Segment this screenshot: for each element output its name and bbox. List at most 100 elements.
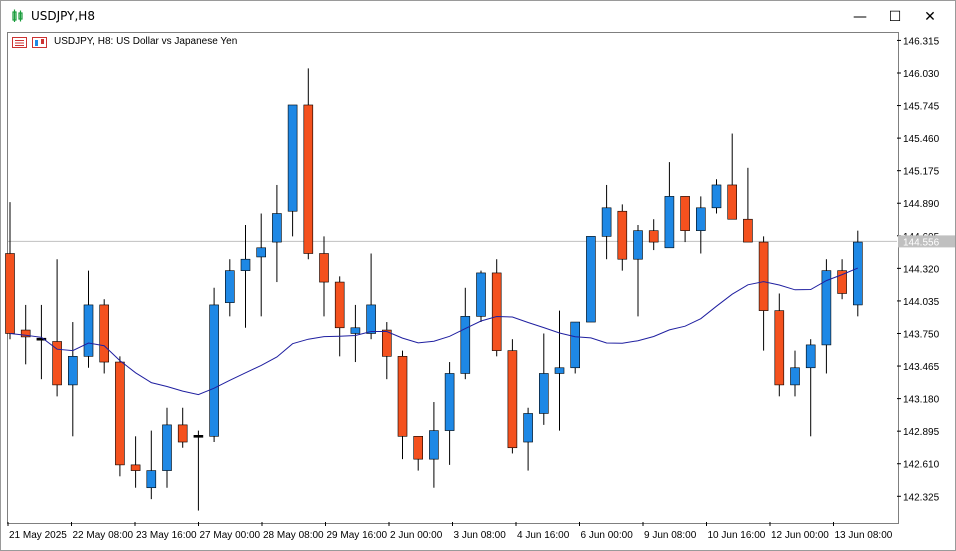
candle [429, 402, 439, 488]
candle [680, 196, 690, 243]
candle [617, 204, 628, 271]
candle [366, 253, 376, 340]
candle-body [256, 247, 267, 258]
candle-body [507, 350, 518, 449]
candle-body [633, 230, 643, 260]
candle-body [193, 435, 204, 438]
candle [130, 436, 141, 488]
candle-body [240, 258, 251, 271]
candle [821, 259, 832, 374]
candle-body [413, 436, 424, 460]
candle-body [476, 272, 486, 317]
x-tick-label: 23 May 16:00 [136, 530, 197, 541]
candle [633, 224, 643, 317]
candle [350, 304, 361, 363]
candle [790, 350, 800, 397]
current-price-label: 144.556 [903, 237, 940, 248]
y-tick-label: 146.030 [903, 69, 940, 80]
candle-body [774, 310, 785, 386]
candle-body [397, 356, 408, 437]
x-tick-label: 27 May 00:00 [200, 530, 261, 541]
candle-body [83, 304, 94, 357]
candle [523, 407, 533, 471]
candle-body [695, 207, 706, 231]
candle [695, 196, 706, 254]
candle [381, 322, 392, 380]
candle-body [5, 253, 15, 334]
x-tick-label: 10 Jun 16:00 [708, 530, 766, 541]
candle [507, 339, 518, 454]
candle-body [350, 327, 361, 334]
candle-body [334, 281, 345, 329]
x-tick-label: 13 Jun 08:00 [835, 530, 893, 541]
x-tick-label: 28 May 08:00 [263, 530, 324, 541]
candle [193, 430, 204, 511]
candle [319, 236, 329, 317]
candle-body [570, 321, 581, 369]
candle-body [130, 464, 141, 471]
candle [303, 68, 314, 260]
x-tick-label: 22 May 08:00 [73, 530, 134, 541]
candle-body [52, 341, 62, 386]
y-tick-label: 145.460 [903, 134, 940, 145]
candle-body [366, 304, 376, 334]
x-tick-label: 12 Jun 00:00 [771, 530, 829, 541]
candle [601, 184, 612, 260]
candle-body [758, 241, 769, 311]
y-tick-label: 144.320 [903, 264, 940, 275]
x-tick-label: 9 Jun 08:00 [644, 530, 697, 541]
candle [570, 321, 581, 374]
candle-body [460, 316, 471, 374]
candle [36, 304, 47, 380]
candle [272, 184, 282, 283]
candle-body [523, 413, 533, 443]
candle-body [177, 424, 188, 443]
candle-body [272, 213, 282, 243]
candle [99, 299, 109, 374]
candle-body [209, 304, 219, 437]
candle [240, 224, 251, 328]
candle [444, 362, 455, 465]
candle [83, 270, 94, 368]
candle [727, 133, 738, 220]
candle [225, 259, 235, 317]
y-tick-label: 144.035 [903, 297, 940, 308]
candle [397, 350, 408, 460]
candle [256, 213, 267, 317]
y-tick-label: 143.180 [903, 395, 940, 406]
candle [413, 436, 424, 471]
candle-body [225, 270, 235, 303]
candle [852, 230, 863, 317]
y-tick-label: 146.315 [903, 36, 940, 47]
x-tick-label: 21 May 2025 [9, 530, 67, 541]
candle [460, 287, 471, 380]
x-tick-label: 3 Jun 08:00 [454, 530, 507, 541]
candle-body [711, 184, 722, 209]
candle [805, 339, 816, 437]
candle-body [287, 104, 298, 212]
candle [146, 430, 157, 500]
x-tick-label: 2 Jun 00:00 [390, 530, 443, 541]
candle-body [805, 344, 816, 369]
candle-body [727, 184, 738, 220]
candle [774, 293, 785, 397]
y-tick-label: 142.610 [903, 460, 940, 471]
x-tick-label: 4 Jun 16:00 [517, 530, 570, 541]
candle-body [648, 230, 659, 243]
x-tick-label: 29 May 16:00 [327, 530, 388, 541]
candle [586, 236, 596, 323]
candle [476, 270, 486, 323]
candle-body [852, 241, 863, 306]
candle [287, 104, 298, 237]
candle-body [319, 253, 329, 283]
candle [162, 407, 172, 488]
y-tick-label: 143.465 [903, 362, 940, 373]
candle-body [821, 270, 832, 346]
candle-body [99, 304, 109, 363]
candle [115, 356, 125, 477]
candle-body [586, 236, 596, 323]
candle [554, 310, 565, 431]
candle [52, 259, 62, 397]
candle-body [790, 367, 800, 386]
y-tick-label: 142.325 [903, 492, 940, 503]
